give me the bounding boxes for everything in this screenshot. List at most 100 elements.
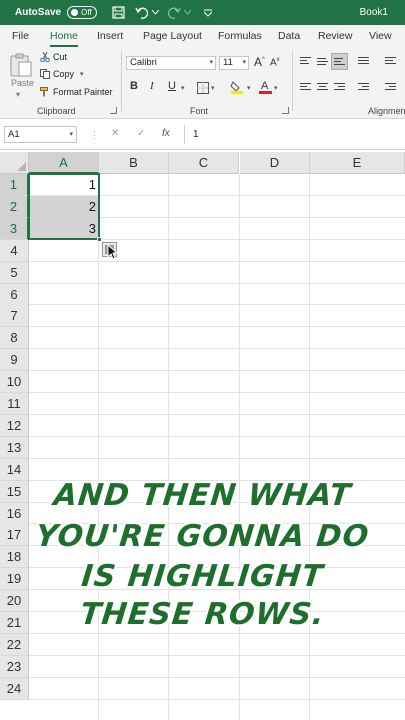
cell-a3[interactable]: 3: [29, 217, 99, 240]
row-header-10[interactable]: 10: [0, 371, 29, 394]
top-align-icon[interactable]: [300, 57, 311, 66]
bottom-align-button[interactable]: [331, 53, 348, 70]
tab-view[interactable]: View: [369, 30, 392, 42]
orientation-icon[interactable]: [358, 57, 369, 66]
confirm-entry-button[interactable]: ✓: [137, 128, 145, 139]
row-header-13[interactable]: 13: [0, 436, 29, 459]
row-header-7[interactable]: 7: [0, 305, 29, 328]
increase-font-size-icon[interactable]: A^: [254, 55, 265, 69]
clipboard-group-label: Clipboard: [37, 106, 76, 116]
formula-input[interactable]: 1: [184, 125, 405, 144]
copy-dropdown-icon[interactable]: ▾: [80, 70, 84, 78]
font-color-dropdown-icon[interactable]: ▾: [274, 84, 278, 92]
font-size-value: 11: [223, 57, 233, 68]
name-box[interactable]: A1 ▾: [4, 126, 77, 143]
save-icon[interactable]: [111, 6, 125, 20]
paste-dropdown-icon[interactable]: ▾: [16, 90, 20, 99]
gridline: [29, 632, 405, 634]
copy-icon: [40, 69, 50, 79]
select-all-button[interactable]: [0, 152, 29, 174]
borders-icon[interactable]: [197, 82, 209, 97]
row-header-5[interactable]: 5: [0, 261, 29, 284]
row-header-1[interactable]: 1: [0, 174, 29, 196]
cut-button[interactable]: Cut: [40, 51, 67, 63]
autosave-state: Off: [81, 8, 92, 17]
spreadsheet-grid[interactable]: A B C D E 1 2 3 4 5 6 7 8 9 10 11 12 13 14 15 16 17 18 19 20 21 22…: [0, 152, 405, 720]
decrease-font-size-icon[interactable]: Av: [270, 57, 280, 68]
clipboard-launcher-icon[interactable]: [110, 107, 117, 114]
row-header-9[interactable]: 9: [0, 349, 29, 372]
customize-toolbar-icon[interactable]: [201, 6, 215, 20]
underline-dropdown-icon[interactable]: ▾: [181, 84, 185, 92]
column-header-c[interactable]: C: [169, 152, 239, 174]
chevron-down-icon: ▾: [242, 59, 246, 66]
formula-value: 1: [193, 129, 199, 140]
font-name-value: Calibri: [130, 57, 157, 68]
name-box-value: A1: [8, 129, 20, 140]
bold-button[interactable]: B: [130, 80, 138, 92]
tab-file[interactable]: File: [12, 30, 29, 42]
wrap-text-icon[interactable]: [385, 57, 396, 66]
row-header-4[interactable]: 4: [0, 239, 29, 262]
row-header-24[interactable]: 24: [0, 677, 29, 700]
scissors-icon: [40, 51, 50, 63]
format-painter-button[interactable]: Format Painter: [40, 87, 113, 97]
row-header-2[interactable]: 2: [0, 195, 29, 218]
copy-button[interactable]: Copy ▾: [40, 69, 84, 79]
middle-align-icon[interactable]: [317, 58, 328, 67]
row-header-12[interactable]: 12: [0, 414, 29, 437]
align-left-icon[interactable]: [300, 83, 311, 92]
tab-home[interactable]: Home: [50, 30, 79, 47]
undo-icon[interactable]: [135, 6, 149, 20]
tab-page-layout[interactable]: Page Layout: [143, 30, 202, 42]
ribbon: Paste ▾ Cut Copy ▾ Format Painter Clipbo…: [0, 47, 405, 119]
italic-button[interactable]: I: [150, 80, 154, 92]
fill-color-dropdown-icon[interactable]: ▾: [247, 84, 251, 92]
autosave-toggle[interactable]: Off: [67, 6, 98, 19]
group-divider: [121, 51, 122, 111]
column-header-e[interactable]: E: [310, 152, 405, 174]
format-painter-label: Format Painter: [53, 87, 113, 97]
font-size-select[interactable]: 11 ▾: [219, 56, 249, 70]
column-header-a[interactable]: A: [29, 152, 99, 174]
cancel-entry-button[interactable]: ✕: [111, 128, 119, 139]
gridline: [239, 174, 240, 720]
align-right-icon[interactable]: [334, 83, 345, 92]
decrease-indent-icon[interactable]: [358, 83, 369, 92]
insert-function-button[interactable]: fx: [162, 128, 170, 139]
cell-a1[interactable]: 1: [29, 174, 99, 196]
toggle-knob: [71, 9, 79, 16]
column-header-d[interactable]: D: [240, 152, 310, 174]
row-header-6[interactable]: 6: [0, 283, 29, 306]
drag-handle-icon[interactable]: ⋮: [90, 130, 99, 141]
redo-icon[interactable]: [167, 6, 181, 20]
font-color-icon[interactable]: A: [259, 79, 272, 97]
gridline: [29, 698, 405, 700]
alignment-group-label: Alignment: [368, 106, 405, 116]
redo-dropdown-icon[interactable]: [183, 6, 191, 20]
increase-indent-icon[interactable]: [385, 83, 396, 92]
tab-data[interactable]: Data: [278, 30, 300, 42]
cell-a2[interactable]: 2: [29, 195, 99, 218]
tab-formulas[interactable]: Formulas: [218, 30, 262, 42]
font-launcher-icon[interactable]: [282, 107, 289, 114]
column-header-b[interactable]: B: [99, 152, 169, 174]
fill-color-icon[interactable]: [230, 80, 244, 97]
tab-review[interactable]: Review: [318, 30, 352, 42]
paste-button[interactable]: [8, 53, 34, 77]
copy-label: Copy: [53, 69, 75, 79]
font-name-select[interactable]: Calibri ▾: [126, 56, 216, 70]
undo-dropdown-icon[interactable]: [151, 6, 159, 20]
underline-button[interactable]: U: [168, 80, 176, 92]
row-header-3[interactable]: 3: [0, 217, 29, 240]
borders-dropdown-icon[interactable]: ▾: [211, 84, 215, 92]
row-header-22[interactable]: 22: [0, 633, 29, 656]
row-header-23[interactable]: 23: [0, 655, 29, 678]
gridline: [29, 304, 405, 306]
ribbon-tabs: File Home Insert Page Layout Formulas Da…: [0, 25, 405, 47]
align-center-icon[interactable]: [317, 83, 328, 92]
title-bar: AutoSave Off Book1: [0, 0, 405, 25]
tab-insert[interactable]: Insert: [97, 30, 123, 42]
row-header-8[interactable]: 8: [0, 327, 29, 350]
row-header-11[interactable]: 11: [0, 393, 29, 415]
